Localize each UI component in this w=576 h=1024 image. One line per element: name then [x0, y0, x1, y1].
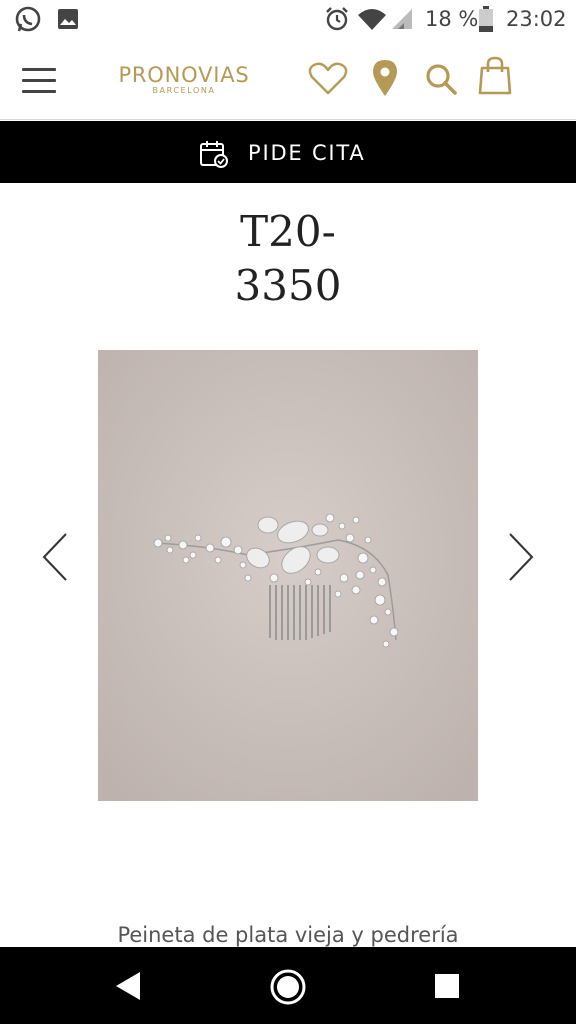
appointment-button[interactable]: PIDE CITA	[0, 121, 576, 183]
signal-icon	[392, 9, 412, 29]
whatsapp-icon	[15, 6, 41, 32]
heart-icon[interactable]	[308, 62, 348, 96]
battery-icon	[479, 6, 493, 32]
home-icon[interactable]	[268, 967, 308, 1007]
chevron-right-icon[interactable]	[506, 532, 536, 582]
site-header: PRONOVIAS BARCELONA	[0, 38, 576, 120]
gallery-icon	[58, 9, 78, 29]
location-pin-icon[interactable]	[371, 59, 399, 97]
product-description: Peineta de plata vieja y pedrería	[117, 923, 459, 947]
product-title: T20- 3350	[0, 205, 576, 313]
appointment-label: PIDE CITA	[248, 141, 366, 165]
brand-logo[interactable]: PRONOVIAS BARCELONA	[108, 64, 260, 96]
header-divider	[0, 119, 576, 120]
brand-name: PRONOVIAS	[118, 63, 250, 87]
product-image[interactable]	[98, 350, 478, 801]
calendar-check-icon	[200, 141, 228, 168]
clock: 23:02	[506, 7, 567, 31]
alarm-icon	[326, 7, 348, 31]
chevron-left-icon[interactable]	[40, 532, 70, 582]
shopping-bag-icon[interactable]	[478, 56, 512, 96]
product-title-line1: T20-	[240, 207, 336, 256]
status-bar: 18 % 23:02	[0, 0, 576, 38]
hair-comb-illustration	[98, 350, 478, 801]
back-icon[interactable]	[114, 971, 142, 1001]
recents-icon[interactable]	[434, 973, 460, 999]
android-nav-bar	[0, 947, 576, 1024]
brand-subtitle: BARCELONA	[152, 86, 216, 95]
product-title-line2: 3350	[234, 261, 342, 310]
search-icon[interactable]	[424, 62, 458, 96]
battery-percent: 18 %	[425, 7, 479, 31]
wifi-icon	[358, 9, 386, 30]
menu-icon[interactable]	[22, 68, 58, 94]
